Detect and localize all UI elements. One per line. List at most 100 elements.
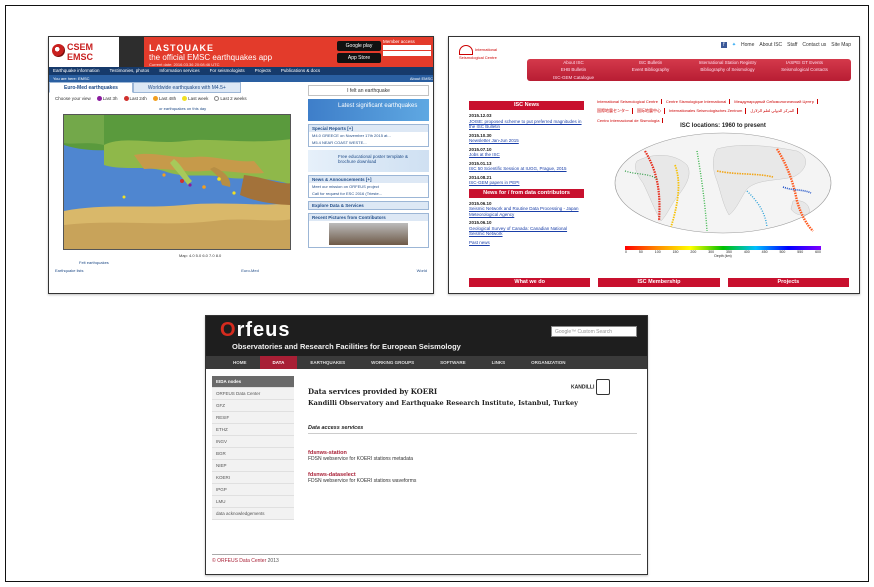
isc-nav-item[interactable]: About ISC xyxy=(535,60,612,65)
service-dataselect: fdsnws-dataselect FDSN webservice for KO… xyxy=(308,472,637,484)
legend-last-24h[interactable]: Last 24h xyxy=(123,96,147,102)
orfeus-screenshot: Orfeus Observatories and Research Facili… xyxy=(205,315,648,575)
news-item[interactable]: Call for request for ESC 2016 (Trieste..… xyxy=(309,190,428,197)
isc-nav-item[interactable]: IASPEI GT Events xyxy=(766,60,843,65)
nav-links[interactable]: LINKS xyxy=(479,356,519,369)
emsc-nav-item[interactable]: Earthquake information xyxy=(53,67,100,75)
special-report-item[interactable]: M4.0 GREECE on November 17th 2015 at... xyxy=(309,132,428,139)
sidebar-item[interactable]: ETHZ xyxy=(212,424,294,436)
euro-med-map[interactable] xyxy=(63,114,291,250)
tab-euro-med[interactable]: Euro-Med earthquakes xyxy=(49,82,133,93)
isc-top-link[interactable]: Staff xyxy=(787,42,797,48)
orfeus-tagline: Observatories and Research Facilities fo… xyxy=(232,342,461,351)
map-caption[interactable]: Felt earthquakes xyxy=(79,260,109,265)
pictures-box: Recent Pictures from Contributors xyxy=(308,213,429,248)
login-password-input[interactable] xyxy=(383,51,431,56)
latest-significant-banner[interactable]: Latest significant earthquakes xyxy=(308,99,429,121)
sidebar-item[interactable]: ORFEUS Data Center xyxy=(212,388,294,400)
app-store-button[interactable]: App Store xyxy=(337,53,381,63)
special-report-item[interactable]: M5.4 NEAR COAST WESTE... xyxy=(309,139,428,146)
legend-last-3h[interactable]: Last 3h xyxy=(96,96,118,102)
emsc-header: CSEM EMSC LASTQUAKE the official EMSC ea… xyxy=(49,37,433,67)
isc-nav-item[interactable]: ISC-GEM Catalogue xyxy=(535,75,612,80)
isc-map-column: International Seismological Centre Centre… xyxy=(597,99,849,258)
emsc-nav-item[interactable]: Publications & docs xyxy=(281,67,320,75)
sidebar-item[interactable]: LMU xyxy=(212,496,294,508)
sidebar-item[interactable]: data acknowledgements xyxy=(212,508,294,520)
isc-nav-item[interactable]: Seismological Contacts xyxy=(766,67,843,72)
facebook-icon[interactable]: f xyxy=(720,42,727,48)
emsc-globe-icon xyxy=(52,44,65,57)
emsc-breadcrumb: You are here: EMSC About EMSC xyxy=(49,75,433,82)
sidebar-item[interactable]: GFZ xyxy=(212,400,294,412)
isc-nav-item[interactable]: International Station Registry xyxy=(689,60,766,65)
nav-data[interactable]: DATA xyxy=(259,356,298,369)
sidebar-item[interactable]: RESIF xyxy=(212,412,294,424)
news-item[interactable]: Meet our mission on ORFEUS project xyxy=(309,183,428,190)
map-graphic xyxy=(64,115,290,249)
tab-worldwide[interactable]: Worldwide earthquakes with M4.5+ xyxy=(132,82,241,93)
isc-nav-item[interactable]: Bibliography of Seismology xyxy=(689,67,766,72)
collage-frame: CSEM EMSC LASTQUAKE the official EMSC ea… xyxy=(5,5,869,582)
service-station: fdsnws-station FDSN webservice for KOERI… xyxy=(308,450,637,462)
google-play-button[interactable]: Google play xyxy=(337,41,381,51)
emsc-nav-item[interactable]: Testimonies, photos xyxy=(110,67,150,75)
search-input[interactable]: Google™ Custom Search xyxy=(551,326,637,337)
nav-software[interactable]: SOFTWARE xyxy=(427,356,479,369)
emsc-nav-item[interactable]: Information services xyxy=(159,67,199,75)
emsc-nav-item[interactable]: Projects xyxy=(255,67,271,75)
emsc-footer: Earthquake lists Euro-Med World xyxy=(55,268,427,273)
legend-last-2-weeks[interactable]: Last 2 weeks xyxy=(214,96,247,102)
contrib-item: 2015.06.10 Geological Survey of Canada: C… xyxy=(469,220,568,236)
news-item: 2015.07.10 Jobs at the ISC xyxy=(469,146,500,158)
felt-earthquake-button[interactable]: I felt an earthquake xyxy=(308,85,429,96)
sidebar-item[interactable]: NIEP xyxy=(212,460,294,472)
isc-screenshot: International Seismological Centre f ✦ H… xyxy=(448,36,860,294)
nav-home[interactable]: HOME xyxy=(220,356,260,369)
what-we-do-button[interactable]: What we do xyxy=(469,278,591,287)
sidebar-item[interactable]: IPGP xyxy=(212,484,294,496)
news-item: 2015.01.13 ISC 50 Scientific Session at I… xyxy=(469,160,567,172)
isc-membership-button[interactable]: ISC Membership xyxy=(598,278,720,287)
isc-top-link[interactable]: About ISC xyxy=(759,42,782,48)
contributor-photo[interactable] xyxy=(329,223,408,245)
nav-working-groups[interactable]: WORKING GROUPS xyxy=(358,356,427,369)
special-reports-box: Special Reports [+] M4.0 GREECE on Novem… xyxy=(308,124,429,147)
past-news-link[interactable]: Past news xyxy=(469,240,584,246)
sidebar-item-eida-nodes[interactable]: EIDA nodes xyxy=(212,376,294,388)
isc-nav-item[interactable]: Event Bibliography xyxy=(612,67,689,72)
isc-top-link[interactable]: Contact us xyxy=(802,42,826,48)
isc-logo[interactable]: International Seismological Centre xyxy=(459,45,519,60)
isc-top-link[interactable]: Home xyxy=(741,42,754,48)
news-box: News & Announcements [+] Meet our missio… xyxy=(308,175,429,198)
orfeus-logo[interactable]: Orfeus xyxy=(220,320,290,340)
emsc-logo[interactable]: CSEM EMSC xyxy=(49,37,119,67)
emsc-nav-item[interactable]: For seismologists xyxy=(210,67,245,75)
isc-map-title: ISC locations: 1960 to present xyxy=(680,123,766,129)
legend-last-week[interactable]: Last week xyxy=(182,96,208,102)
member-login: Member access xyxy=(383,39,431,65)
kandilli-logo: KANDILLI xyxy=(571,379,635,403)
legend-note[interactable]: or earthquakes on this day xyxy=(159,106,206,111)
sidebar-item[interactable]: INGV xyxy=(212,436,294,448)
isc-nav-item[interactable]: EHB Bulletin xyxy=(535,67,612,72)
nav-earthquakes[interactable]: EARTHQUAKES xyxy=(297,356,358,369)
orfeus-header: Orfeus Observatories and Research Facili… xyxy=(206,316,647,356)
isc-org-names: International Seismological Centre Centre… xyxy=(597,99,849,123)
sidebar-item-koeri[interactable]: KOERI xyxy=(212,472,294,484)
legend-last-48h[interactable]: Last 48h xyxy=(152,96,176,102)
sidebar-item[interactable]: BGR xyxy=(212,448,294,460)
twitter-icon[interactable]: ✦ xyxy=(732,42,736,48)
isc-nav: About ISC ISC Bulletin International Sta… xyxy=(527,59,851,81)
educational-poster-banner[interactable]: Free educational poster template & broch… xyxy=(308,150,429,172)
kandilli-emblem-icon xyxy=(596,379,611,395)
nav-organization[interactable]: ORGANIZATION xyxy=(518,356,578,369)
isc-top-link[interactable]: Site Map xyxy=(831,42,851,48)
login-username-input[interactable] xyxy=(383,45,431,50)
isc-bottom-bar: What we do ISC Membership Projects xyxy=(469,278,849,287)
projects-button[interactable]: Projects xyxy=(727,278,849,287)
isc-nav-item[interactable]: ISC Bulletin xyxy=(612,60,689,65)
isc-world-map[interactable] xyxy=(597,131,849,243)
news-item: 2015.12.03 JOISE: proposed scheme to put … xyxy=(469,113,582,129)
section-title: Data access services xyxy=(308,425,637,434)
